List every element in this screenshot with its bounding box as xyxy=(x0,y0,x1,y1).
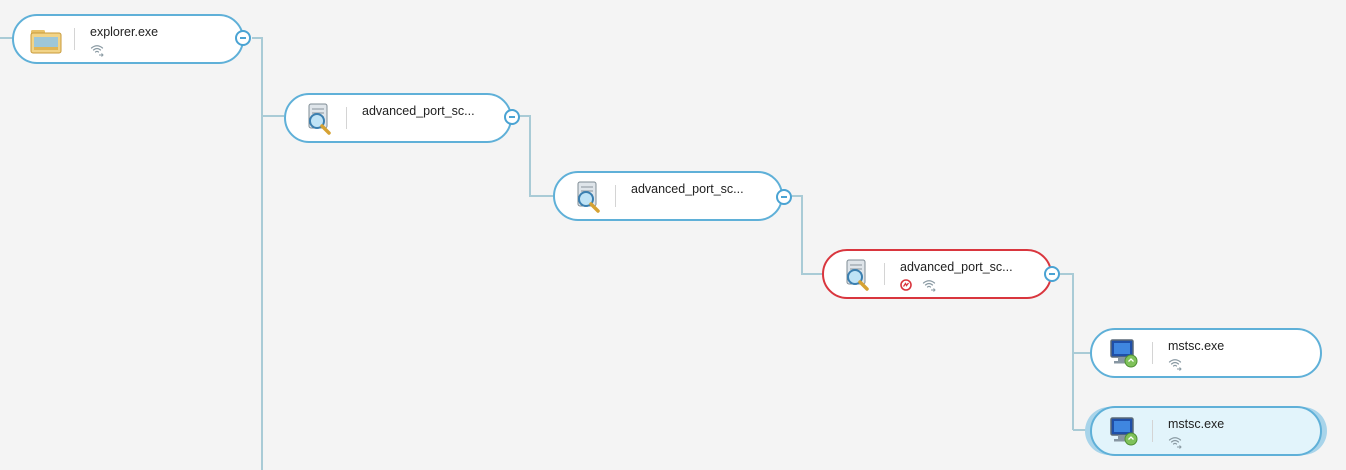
process-badges xyxy=(90,43,110,57)
collapse-toggle-port-scanner-1[interactable] xyxy=(504,109,520,125)
tree-connectors xyxy=(0,37,1090,470)
port-scanner-icon xyxy=(300,100,336,136)
process-tree-canvas[interactable]: explorer.exe advanced_port_sc... advance… xyxy=(0,0,1346,470)
connector-line xyxy=(792,195,822,275)
process-node-port-scanner-1[interactable]: advanced_port_sc... xyxy=(284,93,512,143)
process-name-label: advanced_port_sc... xyxy=(900,260,1013,274)
node-divider xyxy=(615,185,616,207)
process-node-port-scanner-2[interactable]: advanced_port_sc... xyxy=(553,171,783,221)
process-node-port-scanner-3[interactable]: advanced_port_sc... xyxy=(822,249,1052,299)
process-badges xyxy=(1168,357,1188,371)
process-node-mstsc-2[interactable]: mstsc.exe xyxy=(1090,406,1322,456)
collapse-toggle-explorer[interactable] xyxy=(235,30,251,46)
malop-alert-icon xyxy=(900,278,912,296)
connector-line xyxy=(520,115,553,197)
node-divider xyxy=(346,107,347,129)
node-divider xyxy=(1152,420,1153,442)
connector-line xyxy=(252,37,263,470)
remote-desktop-icon xyxy=(1106,413,1142,449)
port-scanner-icon xyxy=(838,256,874,292)
process-name-label: explorer.exe xyxy=(90,25,159,39)
network-icon xyxy=(1168,357,1182,376)
process-name-label: advanced_port_sc... xyxy=(631,182,744,196)
node-divider xyxy=(884,263,885,285)
network-icon xyxy=(90,43,104,62)
node-divider xyxy=(74,28,75,50)
process-node-explorer[interactable]: explorer.exe xyxy=(12,14,244,64)
process-name-label: mstsc.exe xyxy=(1168,339,1225,353)
connector-line xyxy=(1060,273,1074,430)
process-name-label: advanced_port_sc... xyxy=(362,104,475,118)
node-divider xyxy=(1152,342,1153,364)
port-scanner-icon xyxy=(569,178,605,214)
process-badges xyxy=(1168,435,1188,449)
collapse-toggle-port-scanner-3[interactable] xyxy=(1044,266,1060,282)
folder-explorer-icon xyxy=(28,21,64,57)
process-name-label: mstsc.exe xyxy=(1168,417,1225,431)
network-icon xyxy=(1168,435,1182,454)
process-badges xyxy=(900,278,942,292)
network-icon xyxy=(922,278,937,297)
process-node-mstsc-1[interactable]: mstsc.exe xyxy=(1090,328,1322,378)
remote-desktop-icon xyxy=(1106,335,1142,371)
collapse-toggle-port-scanner-2[interactable] xyxy=(776,189,792,205)
